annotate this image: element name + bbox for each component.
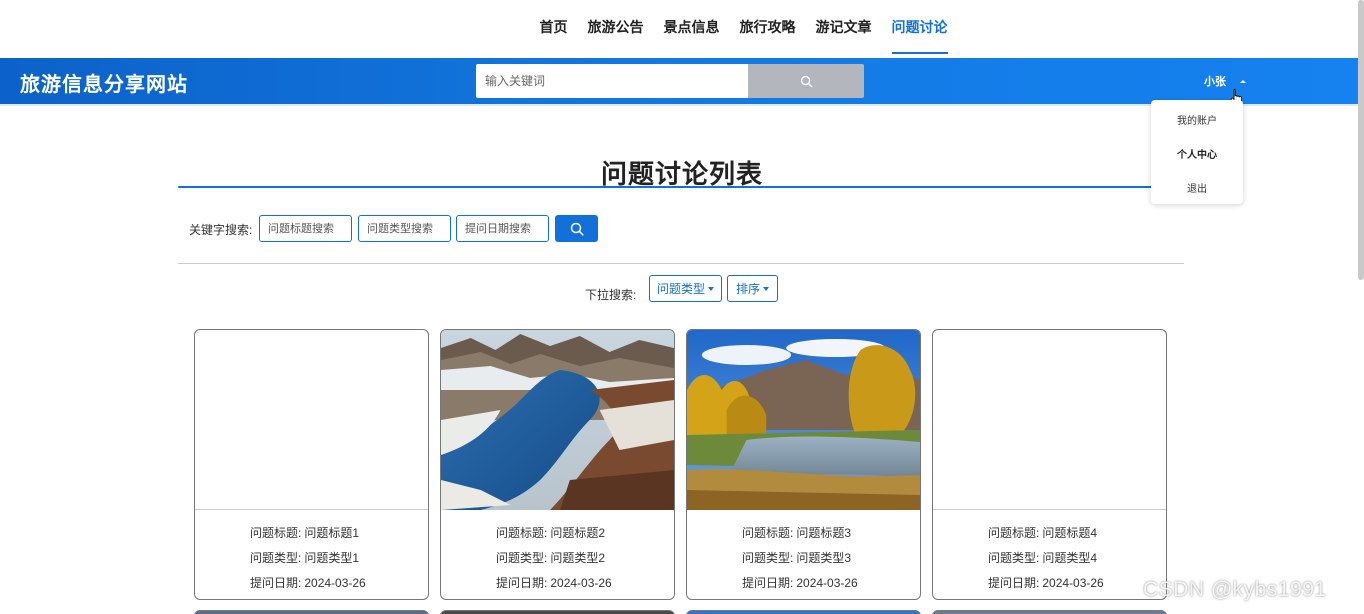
field-label: 问题标题: xyxy=(988,526,1040,540)
mountain-river-photo xyxy=(441,330,674,510)
card-type-field: 问题类型: 问题类型2 xyxy=(496,549,605,566)
user-name: 小张 xyxy=(1204,76,1226,88)
top-nav: 首页 旅游公告 景点信息 旅行攻略 游记文章 问题讨论 xyxy=(0,0,1364,58)
field-value: 问题标题3 xyxy=(796,526,852,540)
question-card[interactable]: 问题标题: 问题标题1 问题类型: 问题类型1 提问日期: 2024-03-26 xyxy=(194,329,429,600)
field-label: 问题类型: xyxy=(742,551,794,565)
menu-item-personal-center[interactable]: 个人中心 xyxy=(1151,146,1243,161)
question-card-partial[interactable] xyxy=(932,610,1167,614)
field-value: 问题标题4 xyxy=(1042,526,1098,540)
caret-up-icon xyxy=(1240,79,1246,83)
field-value: 问题类型2 xyxy=(550,551,606,565)
menu-item-my-account[interactable]: 我的账户 xyxy=(1151,112,1243,127)
card-date-field: 提问日期: 2024-03-26 xyxy=(496,574,612,591)
question-type-dropdown[interactable]: 问题类型 xyxy=(649,275,722,302)
keyword-search-label: 关键字搜索: xyxy=(189,223,253,237)
nav-item-travelogues[interactable]: 游记文章 xyxy=(806,0,882,58)
card-date-field: 提问日期: 2024-03-26 xyxy=(250,574,366,591)
field-value: 2024-03-26 xyxy=(1042,576,1104,590)
field-label: 提问日期: xyxy=(988,576,1040,590)
caret-down-icon xyxy=(708,286,714,291)
field-label: 提问日期: xyxy=(496,576,548,590)
question-title-search-input[interactable] xyxy=(259,215,352,242)
card-date-field: 提问日期: 2024-03-26 xyxy=(988,574,1104,591)
field-label: 问题类型: xyxy=(250,551,302,565)
question-date-search-input[interactable] xyxy=(456,215,549,242)
site-title: 旅游信息分享网站 xyxy=(20,74,188,96)
section-divider xyxy=(178,263,1184,264)
field-value: 问题类型3 xyxy=(796,551,852,565)
keyword-search-button[interactable] xyxy=(555,215,598,242)
question-card[interactable]: 问题标题: 问题标题2 问题类型: 问题类型2 提问日期: 2024-03-26 xyxy=(440,329,675,600)
header-bar: 旅游信息分享网站 小张 xyxy=(0,58,1364,104)
user-dropdown-menu: 我的账户 个人中心 退出 xyxy=(1151,100,1243,204)
question-card-partial[interactable] xyxy=(686,610,921,614)
field-label: 提问日期: xyxy=(250,576,302,590)
search-icon xyxy=(570,222,584,236)
field-value: 问题类型4 xyxy=(1042,551,1098,565)
card-type-field: 问题类型: 问题类型3 xyxy=(742,549,851,566)
caret-down-icon xyxy=(763,286,769,291)
card-title-field: 问题标题: 问题标题3 xyxy=(742,524,851,541)
page-scrollbar[interactable] xyxy=(1358,0,1364,280)
question-card-partial[interactable] xyxy=(194,610,429,614)
field-label: 问题类型: xyxy=(988,551,1040,565)
card-image-placeholder xyxy=(195,330,428,510)
question-type-dropdown-label: 问题类型 xyxy=(656,282,705,296)
menu-item-logout[interactable]: 退出 xyxy=(1151,180,1243,195)
nav-item-announcements[interactable]: 旅游公告 xyxy=(578,0,654,58)
field-value: 2024-03-26 xyxy=(304,576,366,590)
header-search-button[interactable] xyxy=(748,64,864,98)
sort-dropdown-label: 排序 xyxy=(735,282,760,296)
card-title-field: 问题标题: 问题标题2 xyxy=(496,524,605,541)
field-label: 提问日期: xyxy=(742,576,794,590)
search-icon xyxy=(800,75,812,87)
card-type-field: 问题类型: 问题类型4 xyxy=(988,549,1097,566)
card-title-field: 问题标题: 问题标题4 xyxy=(988,524,1097,541)
card-date-field: 提问日期: 2024-03-26 xyxy=(742,574,858,591)
question-card[interactable]: 问题标题: 问题标题3 问题类型: 问题类型3 提问日期: 2024-03-26 xyxy=(686,329,921,600)
field-value: 问题类型1 xyxy=(304,551,360,565)
watermark: CSDN @kybs1991 xyxy=(1143,578,1327,601)
nav-item-attractions[interactable]: 景点信息 xyxy=(654,0,730,58)
nav-item-home[interactable]: 首页 xyxy=(530,0,578,58)
field-label: 问题标题: xyxy=(742,526,794,540)
field-value: 问题标题1 xyxy=(304,526,360,540)
page: { "nav": { "items": [ {"label": "首页", "a… xyxy=(0,0,1364,614)
field-value: 问题标题2 xyxy=(550,526,606,540)
header-search-input[interactable] xyxy=(476,64,748,98)
question-card-partial[interactable] xyxy=(440,610,675,614)
card-title-field: 问题标题: 问题标题1 xyxy=(250,524,359,541)
question-type-search-input[interactable] xyxy=(358,215,451,242)
sort-dropdown[interactable]: 排序 xyxy=(727,275,778,302)
card-image-placeholder xyxy=(933,330,1166,510)
nav-item-guides[interactable]: 旅行攻略 xyxy=(730,0,806,58)
title-underline xyxy=(178,186,1158,188)
user-menu-toggle[interactable]: 小张 xyxy=(1204,73,1246,89)
field-label: 问题类型: xyxy=(496,551,548,565)
nav-item-discussions[interactable]: 问题讨论 xyxy=(882,0,958,58)
field-value: 2024-03-26 xyxy=(796,576,858,590)
field-label: 问题标题: xyxy=(250,526,302,540)
field-label: 问题标题: xyxy=(496,526,548,540)
card-type-field: 问题类型: 问题类型1 xyxy=(250,549,359,566)
field-value: 2024-03-26 xyxy=(550,576,612,590)
autumn-river-photo xyxy=(687,330,920,510)
dropdown-search-label: 下拉搜索: xyxy=(585,288,637,302)
question-card[interactable]: 问题标题: 问题标题4 问题类型: 问题类型4 提问日期: 2024-03-26 xyxy=(932,329,1167,600)
